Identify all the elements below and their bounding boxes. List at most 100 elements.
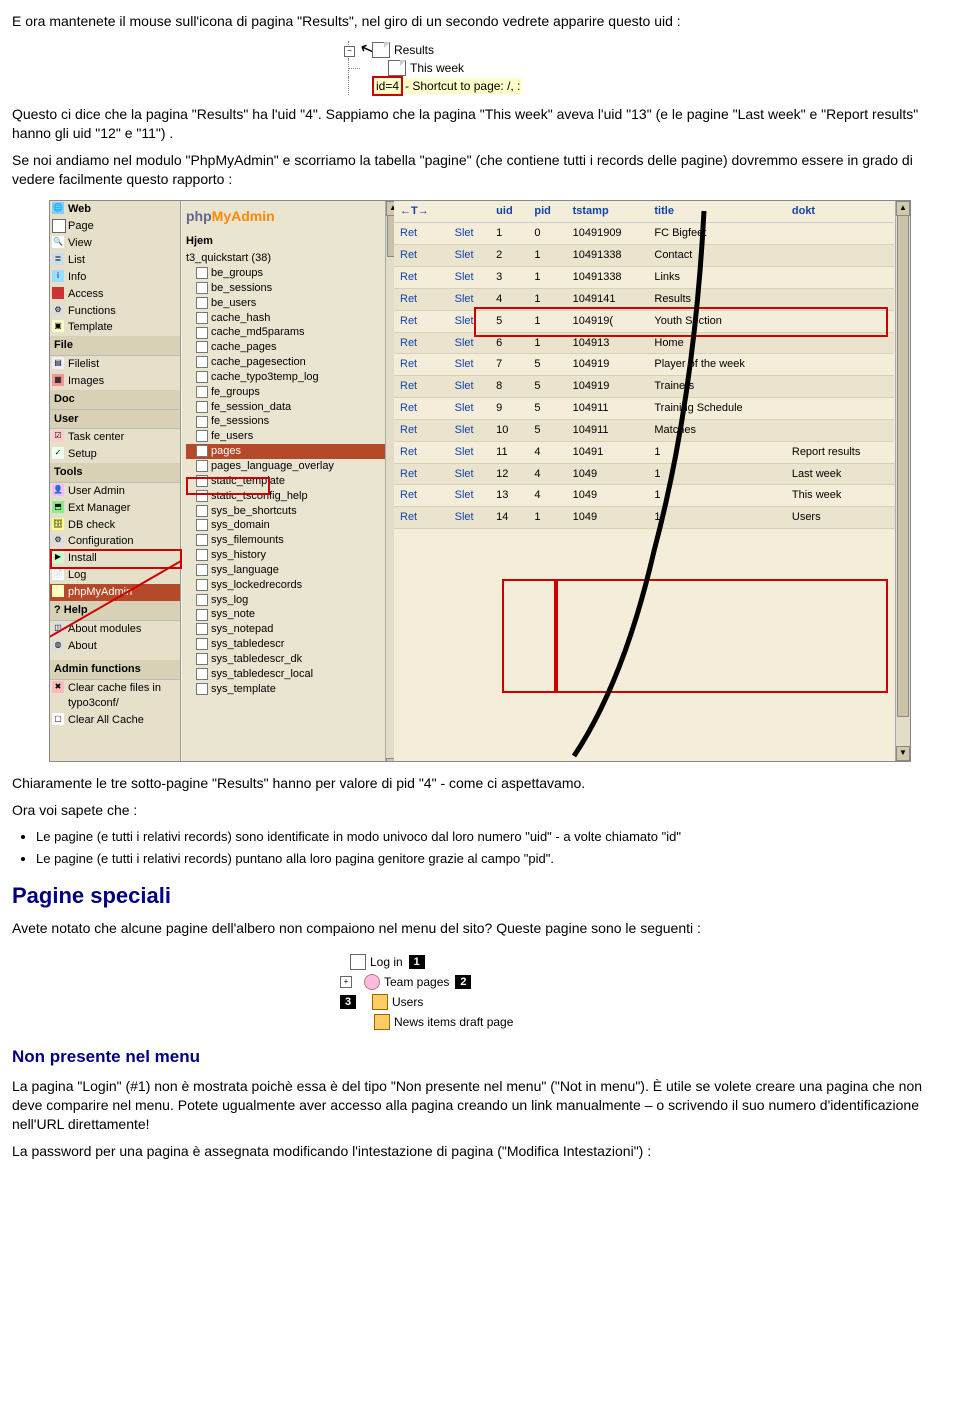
tree-table-sys_notepad[interactable]: sys_notepad [186,622,396,637]
tree-table-sys_tabledescr_dk[interactable]: sys_tabledescr_dk [186,652,396,667]
tree-table-cache_typo3temp_log[interactable]: cache_typo3temp_log [186,370,396,385]
edit-link[interactable]: Ret [394,266,449,288]
delete-link[interactable]: Slet [449,463,491,485]
delete-link[interactable]: Slet [449,398,491,420]
delete-link[interactable]: Slet [449,245,491,267]
delete-link[interactable]: Slet [449,419,491,441]
nav-item-dbcheck[interactable]: 🗄DB check [50,517,180,534]
edit-link[interactable]: Ret [394,419,449,441]
tree-table-sys_log[interactable]: sys_log [186,593,396,608]
tree-table-cache_pagesection[interactable]: cache_pagesection [186,355,396,370]
delete-link[interactable]: Slet [449,354,491,376]
edit-link[interactable]: Ret [394,376,449,398]
scrollbar-main[interactable]: ▲ ▼ [895,201,910,761]
edit-link[interactable]: Ret [394,354,449,376]
edit-link[interactable]: Ret [394,507,449,529]
tree-table-sys_template[interactable]: sys_template [186,682,396,697]
delete-link[interactable]: Slet [449,223,491,245]
col-tstamp[interactable]: tstamp [567,201,649,222]
col-dokt[interactable]: dokt [786,201,894,222]
nav-item-extmanager[interactable]: ⬒Ext Manager [50,500,180,517]
cell-tstamp: 104911 [567,398,649,420]
nav-item-about[interactable]: ◍About [50,638,180,655]
tree-table-sys_lockedrecords[interactable]: sys_lockedrecords [186,578,396,593]
col-uid[interactable]: uid [490,201,528,222]
nav-item-page[interactable]: Page [50,218,180,235]
tree-table-fe_sessions[interactable]: fe_sessions [186,414,396,429]
tree-table-sys_note[interactable]: sys_note [186,607,396,622]
delete-link[interactable]: Slet [449,376,491,398]
paragraph: Se noi andiamo nel modulo "PhpMyAdmin" e… [12,151,948,189]
delete-link[interactable]: Slet [449,310,491,332]
nav-item-phpmyadmin[interactable]: ⛁phpMyAdmin [50,584,180,601]
tree-table-pages[interactable]: pages [186,444,396,459]
scroll-up-icon[interactable]: ▲ [896,201,910,216]
tree-table-sys_be_shortcuts[interactable]: sys_be_shortcuts [186,504,396,519]
nav-section-web[interactable]: 🌐Web [50,201,180,218]
delete-link[interactable]: Slet [449,485,491,507]
nav-item-aboutmodules[interactable]: ◫About modules [50,621,180,638]
tree-table-sys_history[interactable]: sys_history [186,548,396,563]
edit-link[interactable]: Ret [394,463,449,485]
tree-table-be_groups[interactable]: be_groups [186,266,396,281]
tree-table-sys_filemounts[interactable]: sys_filemounts [186,533,396,548]
nav-item-log[interactable]: 📄Log [50,567,180,584]
delete-link[interactable]: Slet [449,332,491,354]
nav-item-functions[interactable]: ⚙Functions [50,303,180,320]
nav-item-template[interactable]: ▣Template [50,319,180,336]
col-pid[interactable]: pid [528,201,566,222]
edit-link[interactable]: Ret [394,441,449,463]
tree-table-be_sessions[interactable]: be_sessions [186,281,396,296]
nav-item-useradmin[interactable]: 👤User Admin [50,483,180,500]
nav-section-user[interactable]: User [50,410,180,430]
nav-item-install[interactable]: ▶Install [50,550,180,567]
scroll-down-icon[interactable]: ▼ [896,746,910,761]
tree-table-fe_groups[interactable]: fe_groups [186,385,396,400]
delete-link[interactable]: Slet [449,441,491,463]
nav-item-clearallcache[interactable]: ▢Clear All Cache [50,712,180,729]
edit-link[interactable]: Ret [394,245,449,267]
edit-link[interactable]: Ret [394,310,449,332]
nav-item-configuration[interactable]: ⚙Configuration [50,533,180,550]
tree-table-sys_tabledescr[interactable]: sys_tabledescr [186,637,396,652]
tree-table-static_tsconfig_help[interactable]: static_tsconfig_help [186,489,396,504]
tree-table-sys_language[interactable]: sys_language [186,563,396,578]
tree-table-sys_tabledescr_local[interactable]: sys_tabledescr_local [186,667,396,682]
tree-db[interactable]: t3_quickstart (38) [186,251,396,266]
tree-table-cache_pages[interactable]: cache_pages [186,340,396,355]
nav-item-clearcache[interactable]: ✖Clear cache files in typo3conf/ [50,680,180,712]
delete-link[interactable]: Slet [449,507,491,529]
edit-link[interactable]: Ret [394,485,449,507]
nav-item-images[interactable]: ▦Images [50,373,180,390]
tree-table-cache_hash[interactable]: cache_hash [186,311,396,326]
nav-item-view[interactable]: 🔍View [50,235,180,252]
tree-table-fe_session_data[interactable]: fe_session_data [186,400,396,415]
expand-icon[interactable]: + [340,976,352,988]
nav-item-list[interactable]: ≣List [50,252,180,269]
tree-table-cache_md5params[interactable]: cache_md5params [186,325,396,340]
delete-link[interactable]: Slet [449,288,491,310]
nav-section-doc[interactable]: Doc [50,390,180,410]
tree-table-be_users[interactable]: be_users [186,296,396,311]
tree-home[interactable]: Hjem [186,234,396,249]
nav-section-file[interactable]: File [50,336,180,356]
nav-section-tools[interactable]: Tools [50,463,180,483]
delete-link[interactable]: Slet [449,266,491,288]
tree-table-pages_language_overlay[interactable]: pages_language_overlay [186,459,396,474]
scroll-thumb[interactable] [897,215,909,717]
edit-link[interactable]: Ret [394,223,449,245]
nav-item-taskcenter[interactable]: ☑Task center [50,429,180,446]
tree-table-fe_users[interactable]: fe_users [186,429,396,444]
nav-item-info[interactable]: iInfo [50,269,180,286]
badge-3: 3 [340,995,356,1009]
nav-item-access[interactable]: Access [50,286,180,303]
edit-link[interactable]: Ret [394,332,449,354]
edit-link[interactable]: Ret [394,398,449,420]
edit-link[interactable]: Ret [394,288,449,310]
nav-item-setup[interactable]: ✓Setup [50,446,180,463]
nav-section-help[interactable]: ? Help [50,601,180,621]
tree-table-static_template[interactable]: static_template [186,474,396,489]
nav-item-filelist[interactable]: ▤Filelist [50,356,180,373]
col-title[interactable]: title [648,201,786,222]
tree-table-sys_domain[interactable]: sys_domain [186,518,396,533]
